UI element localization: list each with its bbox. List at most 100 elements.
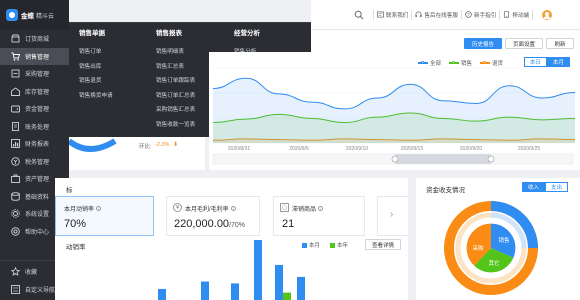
sidebar-item-label: 资金管理 bbox=[25, 107, 50, 114]
sell-through-bar-chart bbox=[158, 240, 305, 300]
beginner-guide-label: 新手指引 bbox=[473, 12, 497, 19]
flyout-menu-item[interactable]: 销售收款一览表 bbox=[156, 118, 195, 133]
sidebar-item-label: 税务管理 bbox=[25, 159, 50, 166]
legend-sales[interactable]: 销售 bbox=[449, 59, 472, 67]
svg-text:?: ? bbox=[467, 12, 470, 17]
mobile-label: 移动端 bbox=[512, 12, 530, 19]
brand-logo[interactable]: 金蝶 精斗云 bbox=[0, 0, 69, 30]
flyout-menu-item[interactable]: 销售汇总表 bbox=[156, 60, 195, 75]
legend-marker bbox=[449, 60, 460, 64]
sidebar-item-label: 财务报表 bbox=[25, 142, 50, 149]
range-handle-right[interactable] bbox=[487, 155, 495, 163]
flyout-column-title: 销售报表 bbox=[156, 30, 182, 37]
chart-legend: 全部 销售 退货 bbox=[418, 59, 511, 67]
compare-label: 环比: bbox=[139, 144, 152, 150]
x-tick-label: 2020/9/10 bbox=[346, 146, 368, 152]
this-month-tab[interactable]: 本月 bbox=[547, 57, 571, 67]
brand-product: 精斗云 bbox=[36, 13, 55, 20]
sidebar-item-tax[interactable]: 税务管理 bbox=[0, 153, 69, 171]
divider bbox=[460, 9, 462, 20]
sidebar-item-label: 收藏 bbox=[25, 270, 38, 277]
cart-icon bbox=[11, 52, 20, 61]
sidebar-item-label: 库存管理 bbox=[25, 89, 50, 96]
bar bbox=[201, 281, 209, 300]
divider bbox=[411, 9, 413, 20]
favorite-icon bbox=[11, 267, 20, 277]
sidebar-item-report[interactable]: 财务报表 bbox=[0, 135, 69, 153]
mobile-link[interactable]: 移动端 bbox=[503, 11, 529, 19]
headset-icon bbox=[415, 11, 422, 18]
mobile-icon bbox=[504, 11, 510, 18]
bar bbox=[158, 288, 166, 300]
pie-label-sales: 销售 bbox=[498, 236, 509, 244]
legend-returns[interactable]: 退货 bbox=[480, 59, 503, 67]
logo-mark-icon bbox=[6, 9, 18, 21]
flyout-menu-item[interactable]: 销售订单汇总表 bbox=[156, 89, 195, 104]
user-icon bbox=[543, 11, 551, 19]
sidebar-item-warehouse[interactable]: 库存管理 bbox=[0, 83, 69, 101]
contact-us-link[interactable]: 联系我们 bbox=[377, 11, 408, 19]
sidebar-item-label: 采购管理 bbox=[25, 72, 50, 79]
sidebar-item-label: 基础资料 bbox=[25, 194, 50, 201]
flyout-menu-item[interactable]: 采购销售汇总表 bbox=[156, 103, 195, 118]
range-handle-left[interactable] bbox=[391, 155, 399, 163]
legend-all[interactable]: 全部 bbox=[418, 59, 441, 67]
period-toggle: 本日 本月 bbox=[524, 57, 571, 67]
divider bbox=[499, 9, 501, 20]
user-avatar[interactable] bbox=[542, 9, 553, 20]
shop-icon bbox=[11, 34, 20, 43]
refresh-button[interactable]: 刷新 bbox=[546, 38, 574, 49]
progress-ring-partial bbox=[69, 138, 117, 152]
asset-icon bbox=[11, 174, 20, 184]
sidebar-item-cart[interactable]: 销售管理 bbox=[0, 47, 69, 65]
warehouse-icon bbox=[11, 87, 20, 96]
help-icon bbox=[11, 227, 20, 236]
flyout-column-title: 经营分析 bbox=[234, 30, 260, 37]
sidebar-item-shop[interactable]: 订货商城 bbox=[0, 30, 69, 48]
sidebar-item-label: 帮助中心 bbox=[25, 229, 50, 236]
page-settings-button[interactable]: 页面设置 bbox=[505, 38, 543, 49]
history-report-button[interactable]: 历史报告 bbox=[464, 38, 502, 49]
today-tab[interactable]: 本日 bbox=[524, 57, 548, 67]
fund-flow-card: 资金收支情况 收入 支出 销售 其它 采购 bbox=[416, 178, 580, 300]
bar bbox=[297, 276, 305, 300]
x-tick-label: 2020/8/31 bbox=[228, 146, 250, 152]
flyout-menu-item[interactable]: 销售订单 bbox=[79, 45, 113, 60]
online-service-link[interactable]: 售后在线客服 bbox=[415, 11, 458, 19]
contact-us-label: 联系我们 bbox=[386, 12, 409, 19]
beginner-guide-link[interactable]: ? 新手指引 bbox=[465, 11, 496, 19]
search-icon[interactable] bbox=[354, 10, 364, 20]
flyout-menu-item[interactable]: 销售换货申请 bbox=[79, 89, 113, 104]
legend-label: 全部 bbox=[430, 61, 442, 67]
flyout-menu-item[interactable]: 销售明细表 bbox=[156, 45, 195, 60]
brand-name: 金蝶 bbox=[21, 13, 34, 20]
sidebar-item-wallet[interactable]: 资金管理 bbox=[0, 100, 69, 118]
bar bbox=[254, 240, 262, 300]
sidebar-item-label: 账务处理 bbox=[25, 124, 50, 131]
fund-donut-chart: 销售 其它 采购 bbox=[444, 201, 538, 295]
trend-down-icon: ⬇ bbox=[173, 142, 179, 148]
tax-icon bbox=[11, 157, 20, 166]
area-全部 bbox=[213, 78, 575, 143]
flyout-menu-item[interactable]: 销售出库 bbox=[79, 60, 113, 75]
sidebar-item-label: 系统设置 bbox=[25, 212, 50, 219]
flyout-menu-item[interactable]: 销售退货 bbox=[79, 74, 113, 89]
operation-metrics-card: 标 本月动销率 i 70% ¥ 本月毛利/毛利率 i 220,000.00/70% … bbox=[55, 178, 408, 300]
report-icon bbox=[11, 139, 20, 149]
divider bbox=[532, 9, 534, 20]
x-tick-label: 2020/9/15 bbox=[401, 146, 423, 152]
flyout-menu-item[interactable]: 销售订单跟踪表 bbox=[156, 74, 195, 89]
ledger-icon bbox=[11, 121, 20, 131]
range-slider-selection[interactable] bbox=[395, 154, 491, 164]
sidebar-item-purchase[interactable]: 采购管理 bbox=[0, 65, 69, 83]
contact-icon bbox=[377, 11, 384, 18]
pie-label-purchase: 采购 bbox=[472, 244, 484, 252]
x-tick-label: 2020/9/20 bbox=[460, 146, 482, 152]
purchase-icon bbox=[11, 69, 20, 78]
legend-marker bbox=[480, 60, 491, 64]
sales-trend-chart: 2020/8/31 2020/9/5 2020/9/10 2020/9/15 2020/… bbox=[212, 67, 576, 165]
wallet-icon bbox=[11, 104, 20, 113]
sidebar-item-ledger[interactable]: 账务处理 bbox=[0, 118, 69, 136]
sidebar-item-label: 资产管理 bbox=[25, 177, 50, 184]
gear-icon bbox=[11, 209, 20, 218]
